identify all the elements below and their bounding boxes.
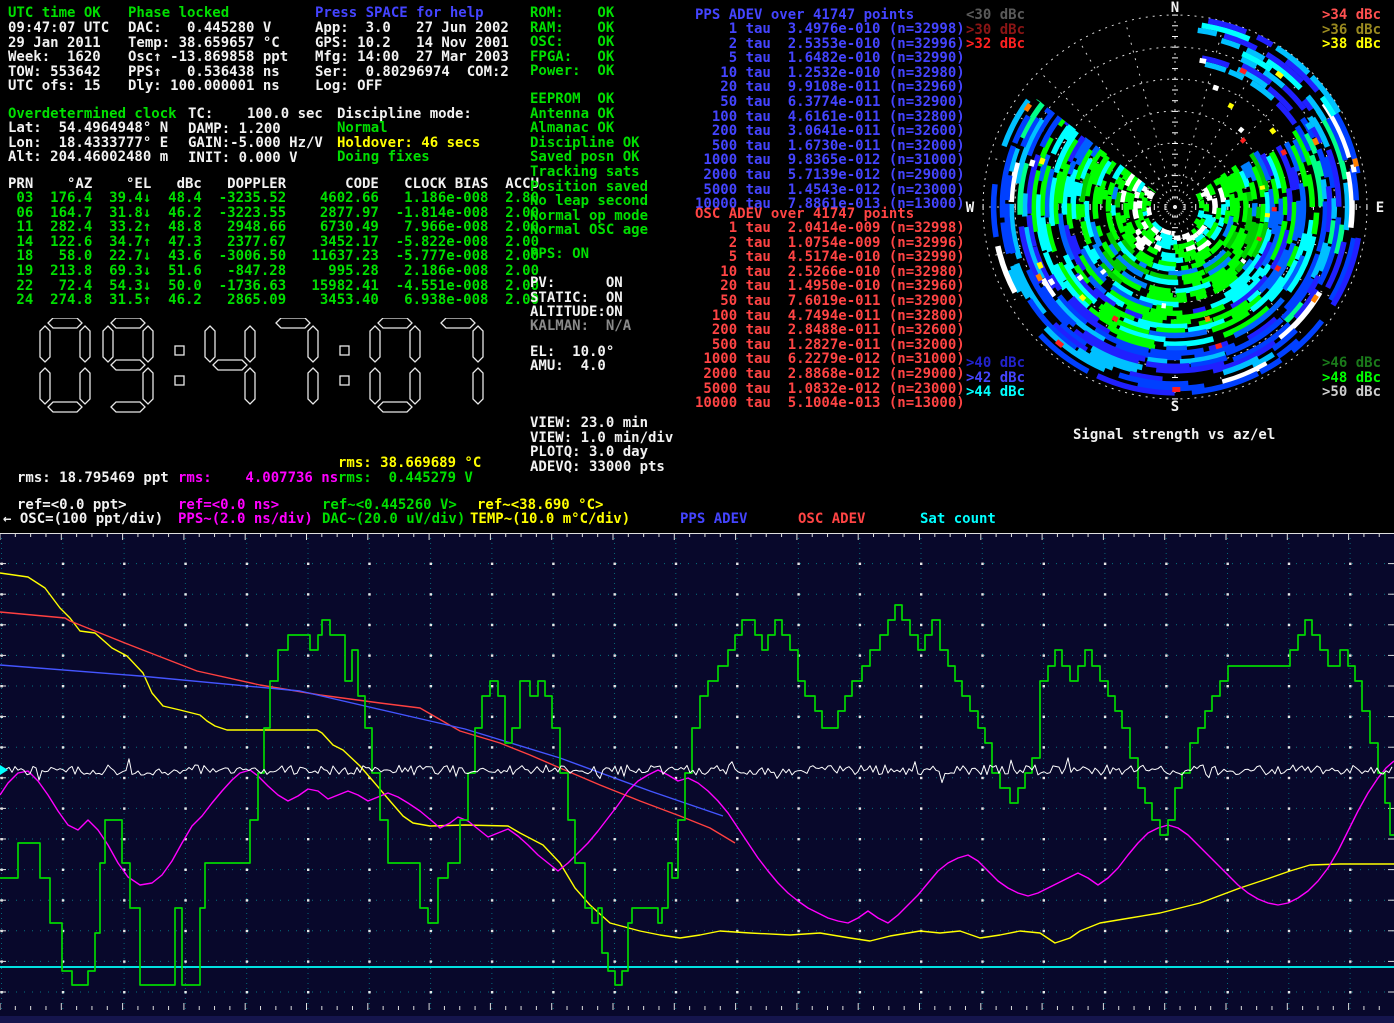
compass-label: W bbox=[966, 200, 975, 216]
legend-sat-count: Sat count bbox=[920, 512, 996, 527]
compass-label: E bbox=[1376, 200, 1384, 216]
utc-status-lines: 09:47:07 UTC 29 Jan 2011 Week: 1620 TOW:… bbox=[8, 21, 109, 94]
rms-osc: rms: 18.795469 ppt bbox=[17, 471, 169, 486]
version-lines: App: 3.0 27 Jun 2002 GPS: 10.2 14 Nov 20… bbox=[315, 21, 509, 94]
selftest-lines: ROM: OK RAM: OK OSC: OK FPGA: OK Power: … bbox=[530, 6, 614, 79]
scale-dac: DAC~(20.0 uV/div) bbox=[322, 512, 465, 527]
position-lines: Lat: 54.4964948° N Lon: 18.4333777° E Al… bbox=[8, 121, 168, 165]
loop-lines: TC: 100.0 sec DAMP: 1.200 GAIN:-5.000 Hz… bbox=[188, 107, 323, 165]
amu-mask: AMU: 4.0 bbox=[530, 359, 606, 374]
signal-map-caption: Signal strength vs az/el bbox=[1073, 428, 1275, 443]
strip-chart-plot-area[interactable] bbox=[0, 533, 1394, 1023]
rms-temp: rms: 38.669689 °C bbox=[338, 456, 481, 471]
pps-adev-rows: 1 tau 3.4976e-010 (n=32998) 2 tau 2.5353… bbox=[695, 22, 965, 212]
scale-pps: PPS~(2.0 ns/div) bbox=[178, 512, 313, 527]
discipline-normal: Normal bbox=[337, 121, 388, 136]
sat-table-rows: 03 176.4 39.4↓ 48.4 -3235.52 4602.66 1.1… bbox=[8, 191, 539, 308]
osc-adev-rows: 1 tau 2.0414e-009 (n=32998) 2 tau 1.0754… bbox=[695, 221, 965, 411]
lady-heather-screen: UTC time OK 09:47:07 UTC 29 Jan 2011 Wee… bbox=[0, 0, 1394, 1023]
scale-temp: TEMP~(10.0 m°C/div) bbox=[470, 512, 630, 527]
legend-pps-adev: PPS ADEV bbox=[680, 512, 747, 527]
discipline-fixes: Doing fixes bbox=[337, 150, 430, 165]
kalman-flag: KALMAN: N/A bbox=[530, 319, 631, 334]
phase-status-title: Phase locked bbox=[128, 6, 229, 21]
compass-label: S bbox=[1171, 399, 1179, 415]
signal-strength-map: N E S W bbox=[955, 0, 1394, 418]
pps-state: PPS: ON bbox=[530, 247, 589, 262]
digital-clock bbox=[30, 318, 510, 418]
help-hint: Press SPACE for help bbox=[315, 6, 484, 21]
view-queue-lines: VIEW: 23.0 min VIEW: 1.0 min/div PLOTQ: … bbox=[530, 416, 673, 474]
utc-status-title: UTC time OK bbox=[8, 6, 101, 21]
rms-dac: rms: 0.445279 V bbox=[338, 471, 473, 486]
legend-osc-adev: OSC ADEV bbox=[798, 512, 865, 527]
receiver-status-lines: EEPROM OK Antenna OK Almanac OK Discipli… bbox=[530, 92, 648, 238]
phase-status-lines: DAC: 0.445280 V Temp: 38.659657 °C Osc↑ … bbox=[128, 21, 288, 94]
rms-pps: rms: 4.007736 ns bbox=[178, 471, 338, 486]
scale-osc: ← OSC=(100 ppt/div) bbox=[3, 512, 163, 527]
compass-label: N bbox=[1171, 0, 1179, 16]
fix-flags-lines: PV: ON STATIC: ON ALTITUDE:ON bbox=[530, 276, 623, 320]
